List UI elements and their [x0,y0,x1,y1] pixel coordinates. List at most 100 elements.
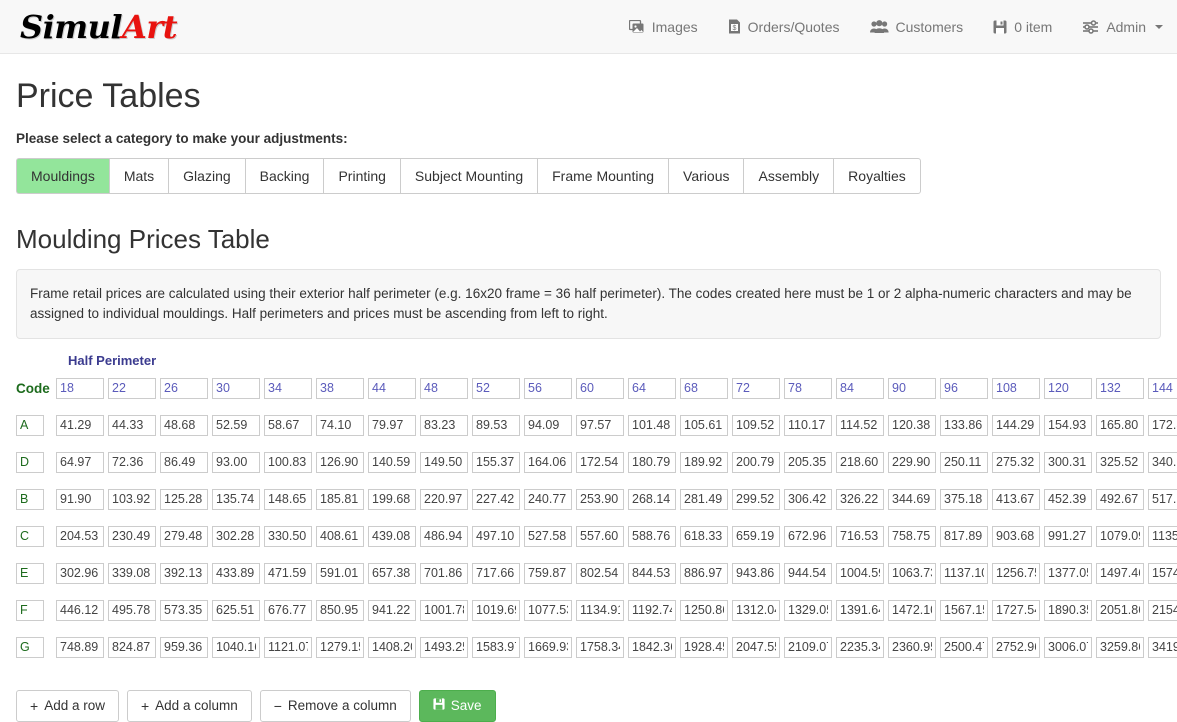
half-perimeter-input[interactable] [1148,377,1177,399]
price-input[interactable] [836,525,884,547]
price-input[interactable] [160,414,208,436]
price-input[interactable] [836,414,884,436]
price-input[interactable] [316,488,364,510]
price-input[interactable] [160,488,208,510]
nav-item-images[interactable]: Images [628,19,698,35]
price-input[interactable] [680,414,728,436]
remove-column-button[interactable]: − Remove a column [259,689,411,722]
price-input[interactable] [680,488,728,510]
price-input[interactable] [992,599,1040,621]
price-input[interactable] [1148,414,1177,436]
price-input[interactable] [264,451,312,473]
price-input[interactable] [472,636,520,658]
half-perimeter-input[interactable] [888,377,936,399]
price-input[interactable] [784,599,832,621]
price-input[interactable] [472,414,520,436]
price-input[interactable] [368,414,416,436]
price-input[interactable] [680,562,728,584]
price-input[interactable] [732,525,780,547]
price-input[interactable] [940,599,988,621]
price-input[interactable] [368,636,416,658]
price-input[interactable] [368,599,416,621]
price-input[interactable] [836,488,884,510]
price-input[interactable] [628,488,676,510]
price-input[interactable] [1044,599,1092,621]
price-input[interactable] [108,488,156,510]
half-perimeter-input[interactable] [420,377,468,399]
price-input[interactable] [264,525,312,547]
tab-frame-mounting[interactable]: Frame Mounting [537,158,669,195]
price-input[interactable] [628,636,676,658]
half-perimeter-input[interactable] [368,377,416,399]
price-input[interactable] [108,525,156,547]
price-input[interactable] [524,636,572,658]
price-input[interactable] [576,488,624,510]
row-code-input[interactable] [16,525,44,547]
price-input[interactable] [888,599,936,621]
nav-item-cart[interactable]: 0 item [993,19,1052,35]
add-column-button[interactable]: + Add a column [126,689,252,722]
price-input[interactable] [732,488,780,510]
tab-assembly[interactable]: Assembly [743,158,834,195]
price-input[interactable] [56,525,104,547]
price-input[interactable] [108,562,156,584]
price-input[interactable] [212,525,260,547]
price-input[interactable] [836,562,884,584]
price-input[interactable] [56,414,104,436]
price-input[interactable] [1044,414,1092,436]
price-input[interactable] [680,599,728,621]
price-input[interactable] [1044,525,1092,547]
price-input[interactable] [628,599,676,621]
price-input[interactable] [1096,414,1144,436]
half-perimeter-input[interactable] [264,377,312,399]
price-input[interactable] [732,562,780,584]
price-input[interactable] [1148,525,1177,547]
price-input[interactable] [888,451,936,473]
price-input[interactable] [784,636,832,658]
price-input[interactable] [1148,451,1177,473]
row-code-input[interactable] [16,414,44,436]
price-input[interactable] [680,451,728,473]
price-input[interactable] [316,451,364,473]
price-input[interactable] [1148,636,1177,658]
price-input[interactable] [576,599,624,621]
half-perimeter-input[interactable] [1096,377,1144,399]
price-input[interactable] [472,488,520,510]
half-perimeter-input[interactable] [160,377,208,399]
price-input[interactable] [472,525,520,547]
price-input[interactable] [212,414,260,436]
price-input[interactable] [992,488,1040,510]
tab-glazing[interactable]: Glazing [168,158,245,195]
tab-backing[interactable]: Backing [244,158,324,195]
price-input[interactable] [420,414,468,436]
price-input[interactable] [784,414,832,436]
price-input[interactable] [264,636,312,658]
price-input[interactable] [992,414,1040,436]
price-input[interactable] [732,451,780,473]
half-perimeter-input[interactable] [524,377,572,399]
price-input[interactable] [628,525,676,547]
price-input[interactable] [576,562,624,584]
price-input[interactable] [160,636,208,658]
save-button[interactable]: Save [418,689,496,722]
price-input[interactable] [524,599,572,621]
tab-mouldings[interactable]: Mouldings [16,158,109,195]
price-input[interactable] [316,414,364,436]
price-input[interactable] [108,414,156,436]
price-input[interactable] [1148,562,1177,584]
price-input[interactable] [524,488,572,510]
price-input[interactable] [160,525,208,547]
price-input[interactable] [576,636,624,658]
price-input[interactable] [888,636,936,658]
price-input[interactable] [628,562,676,584]
price-input[interactable] [1044,636,1092,658]
price-input[interactable] [212,451,260,473]
price-input[interactable] [628,414,676,436]
price-input[interactable] [1096,451,1144,473]
price-input[interactable] [56,451,104,473]
price-input[interactable] [212,636,260,658]
price-input[interactable] [940,451,988,473]
tab-subject-mounting[interactable]: Subject Mounting [399,158,538,195]
price-input[interactable] [1096,599,1144,621]
price-input[interactable] [420,488,468,510]
